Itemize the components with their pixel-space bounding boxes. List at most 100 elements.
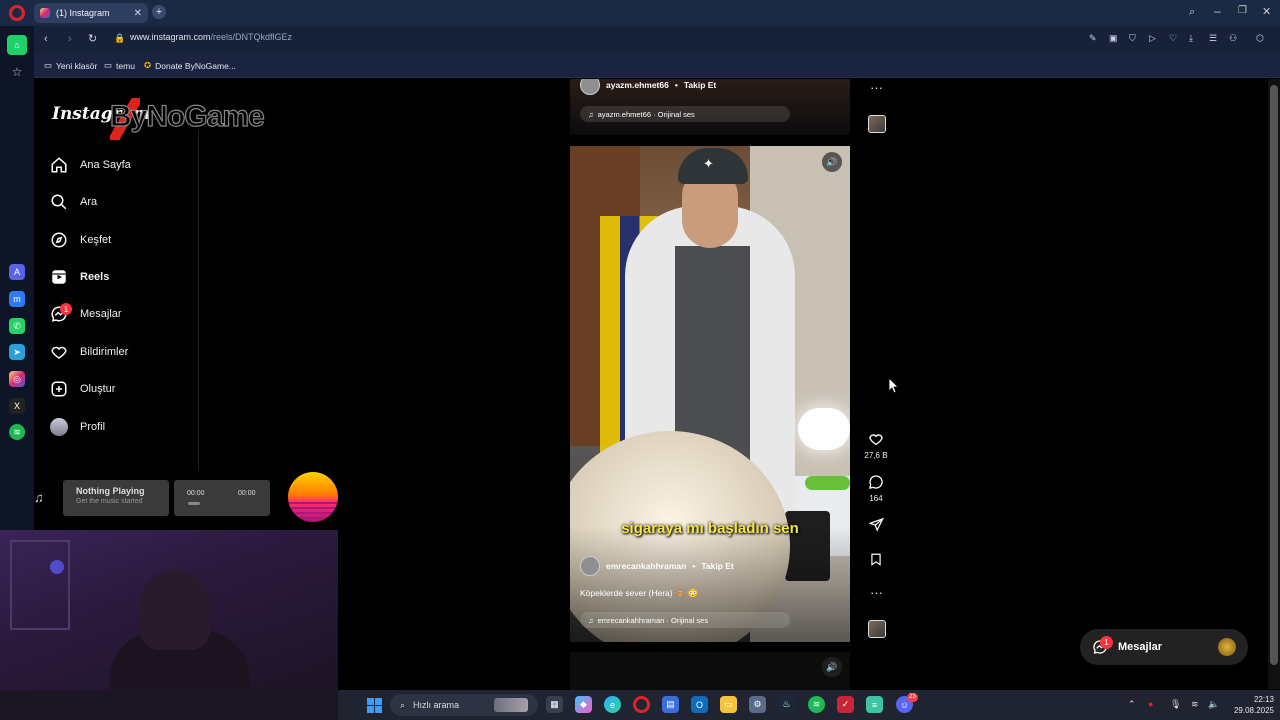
- spotify-taskbar-icon[interactable]: ≋: [808, 696, 825, 713]
- previous-more-icon[interactable]: ···: [870, 80, 883, 95]
- next-reel-mute-button[interactable]: 🔊: [822, 657, 842, 677]
- tray-app-icon[interactable]: ●: [1148, 699, 1153, 709]
- wifi-icon[interactable]: ≋: [1191, 699, 1199, 710]
- steam-icon[interactable]: ♨: [778, 696, 795, 713]
- more-options-icon[interactable]: ···: [870, 585, 883, 600]
- bookmark-temu[interactable]: ▭ temu: [104, 60, 135, 71]
- now-playing-card[interactable]: Nothing Playing Get the music started: [63, 480, 169, 516]
- copilot-icon[interactable]: ◆: [575, 696, 592, 713]
- bynogame-favicon-icon: ✪: [144, 60, 152, 70]
- like-count: 27,6 B: [864, 451, 888, 460]
- maximize-icon[interactable]: ❐: [1238, 5, 1247, 16]
- minimize-icon[interactable]: –: [1214, 4, 1221, 18]
- next-reel[interactable]: [570, 652, 850, 690]
- home-sidebar-icon[interactable]: ⌂: [7, 35, 27, 55]
- heart-toolbar-icon[interactable]: ♡: [1169, 33, 1177, 44]
- browser-tab-instagram[interactable]: (1) Instagram ✕: [34, 3, 148, 23]
- app-red-icon[interactable]: ✓: [837, 696, 854, 713]
- x-sidebar-icon[interactable]: X: [9, 398, 25, 414]
- aria-sidebar-icon[interactable]: A: [9, 264, 25, 280]
- bookmark-donate[interactable]: ✪ Donate ByNoGame...: [144, 60, 236, 71]
- tab-title: (1) Instagram: [56, 8, 110, 18]
- sidebar-item-reels[interactable]: Reels: [50, 266, 109, 288]
- extensions-icon[interactable]: ⬡: [1256, 33, 1264, 44]
- messenger-sidebar-icon[interactable]: m: [9, 291, 25, 307]
- sidebar-item-kesfet[interactable]: Keşfet: [50, 229, 111, 251]
- sidebar-item-ana-sayfa[interactable]: Ana Sayfa: [50, 154, 131, 176]
- sidebar-item-ara[interactable]: Ara: [50, 191, 97, 213]
- share-button[interactable]: [867, 515, 885, 533]
- previous-audio-thumbnail[interactable]: [868, 115, 886, 133]
- sparkle-icon[interactable]: ✦: [703, 156, 714, 172]
- edge-icon[interactable]: e: [604, 696, 621, 713]
- taskbar-clock[interactable]: 22:13 29.08.2025: [1224, 694, 1274, 716]
- sidebar-divider: [198, 130, 199, 470]
- page-scrollbar[interactable]: [1268, 79, 1280, 689]
- star-sidebar-icon[interactable]: ☆: [9, 64, 25, 80]
- audio-thumbnail[interactable]: [868, 620, 886, 638]
- sidebar-item-profil[interactable]: Profil: [50, 416, 105, 438]
- bookmark-yeni-klasor[interactable]: ▭ Yeni klasör: [44, 60, 97, 71]
- send-icon: [868, 517, 884, 532]
- lock-icon: 🔒: [114, 33, 126, 43]
- taskbar-search[interactable]: ⌕ Hızlı arama: [390, 694, 538, 716]
- back-icon[interactable]: ‹: [44, 33, 48, 45]
- store-icon[interactable]: ▤: [662, 696, 679, 713]
- avatar[interactable]: [580, 79, 600, 95]
- music-note-icon[interactable]: ♫: [34, 490, 44, 505]
- camera-icon[interactable]: ▣: [1109, 33, 1118, 44]
- edit-icon[interactable]: ✎: [1089, 33, 1097, 44]
- tray-chevron-icon[interactable]: ⌃: [1128, 699, 1136, 710]
- menu-icon[interactable]: ☰: [1209, 33, 1217, 44]
- previous-reel-audio[interactable]: ♫ ayazm.ehmet66 · Orijinal ses: [580, 106, 790, 122]
- download-icon[interactable]: ⤓: [1189, 33, 1193, 44]
- whatsapp-sidebar-icon[interactable]: ✆: [9, 318, 25, 334]
- opera-taskbar-icon[interactable]: [633, 696, 650, 713]
- play-icon[interactable]: ▷: [1149, 33, 1156, 44]
- reel-description[interactable]: Köpeklerde sever (Hera) 🙈 😳: [580, 588, 699, 599]
- url-path: /reels/DNTQkdflGEz: [210, 32, 293, 42]
- follow-button[interactable]: Takip Et: [684, 80, 716, 90]
- dot-separator: •: [692, 561, 696, 571]
- file-explorer-icon[interactable]: ▭: [720, 696, 737, 713]
- cam-light: [50, 560, 64, 574]
- sidebar-item-bildirimler[interactable]: Bildirimler: [50, 341, 128, 363]
- previous-reel[interactable]: ayazm.ehmet66 • Takip Et ♫ ayazm.ehmet66…: [570, 79, 850, 135]
- taskbar-search-placeholder: Hızlı arama: [413, 700, 460, 710]
- app-icon[interactable]: ⚙: [749, 696, 766, 713]
- music-progress[interactable]: [188, 502, 200, 505]
- close-tab-icon[interactable]: ✕: [134, 8, 142, 19]
- instagram-sidebar-icon[interactable]: ◎: [9, 371, 25, 387]
- shield-icon[interactable]: ⛉: [1129, 33, 1136, 44]
- notepad-icon[interactable]: ≡: [866, 696, 883, 713]
- telegram-sidebar-icon[interactable]: ➤: [9, 344, 25, 360]
- url-field[interactable]: www.instagram.com/reels/DNTQkdflGEz: [130, 32, 292, 42]
- mute-button[interactable]: 🔊: [822, 152, 842, 172]
- previous-reel-author-row: ayazm.ehmet66 • Takip Et: [580, 79, 716, 95]
- scroll-thumb[interactable]: [1270, 85, 1278, 665]
- windows-start-icon[interactable]: [367, 698, 382, 713]
- reel-audio[interactable]: ♫ emrecankahhraman · Orijinal ses: [580, 612, 790, 628]
- reload-icon[interactable]: ↻: [88, 32, 97, 45]
- sidebar-item-olustur[interactable]: Oluştur: [50, 378, 115, 400]
- current-reel-video[interactable]: ✦ 🔊 sigaraya mı başladın sen emrecankahh…: [570, 146, 850, 642]
- new-tab-button[interactable]: +: [152, 5, 166, 19]
- task-view-icon[interactable]: ▦: [546, 696, 563, 713]
- comment-icon: [869, 475, 883, 489]
- browser-search-icon[interactable]: ⌕: [1189, 6, 1195, 19]
- previous-reel-username[interactable]: ayazm.ehmet66: [606, 80, 669, 90]
- forward-icon[interactable]: ›: [68, 33, 72, 45]
- avatar[interactable]: [580, 556, 600, 576]
- spotify-sidebar-icon[interactable]: ≋: [9, 424, 25, 440]
- opera-logo-icon[interactable]: [9, 5, 25, 21]
- comment-button[interactable]: [867, 473, 885, 491]
- microphone-icon[interactable]: 🎙: [1170, 699, 1181, 710]
- reel-username[interactable]: emrecankahhraman: [606, 561, 686, 571]
- outlook-icon[interactable]: O: [691, 696, 708, 713]
- follow-button[interactable]: Takip Et: [701, 561, 733, 571]
- volume-icon[interactable]: 🔈: [1208, 699, 1219, 710]
- save-button[interactable]: [867, 550, 885, 568]
- profile-toolbar-icon[interactable]: ⚇: [1229, 33, 1237, 44]
- close-window-icon[interactable]: ✕: [1262, 5, 1271, 18]
- like-button[interactable]: [867, 430, 885, 448]
